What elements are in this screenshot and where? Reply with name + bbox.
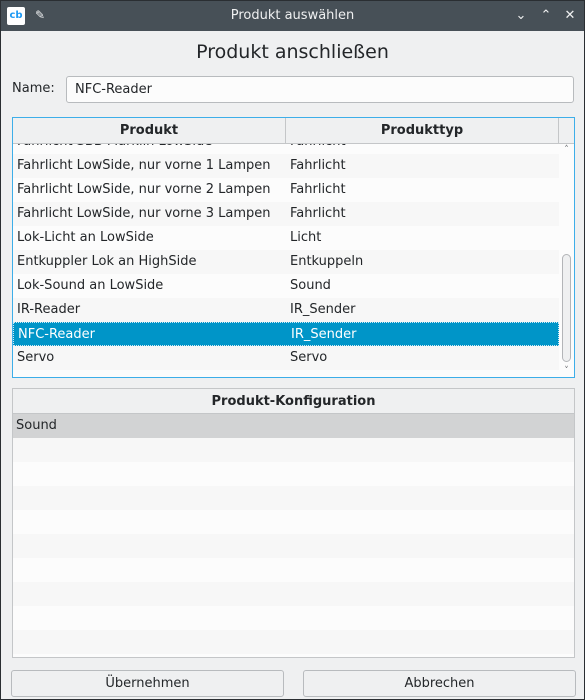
product-table-body: Fahrlicht SBB Märklin LowSideFahrlichtFa… <box>13 144 559 377</box>
scroll-up-icon[interactable]: ˄ <box>559 144 574 156</box>
name-label: Name: <box>12 81 55 96</box>
config-row-label <box>13 610 16 625</box>
column-header-produkt[interactable]: Produkt <box>13 118 286 143</box>
window-title: Produkt auswählen <box>230 8 355 23</box>
apply-button[interactable]: Übernehmen <box>11 670 284 697</box>
table-row[interactable]: Lok-Licht an LowSide Licht <box>13 226 559 250</box>
config-row[interactable] <box>13 438 574 462</box>
config-row-label <box>13 538 16 553</box>
cell-produkt: Fahrlicht LowSide, nur vorne 2 Lampen <box>17 182 271 197</box>
maximize-icon[interactable]: ⌃ <box>536 6 556 26</box>
table-row[interactable]: Fahrlicht LowSide, nur vorne 1 Lampen Fah… <box>13 154 559 178</box>
config-row-label: Sound <box>16 418 57 433</box>
config-row[interactable] <box>13 630 574 654</box>
table-row[interactable]: Lok-Sound an LowSide Sound <box>13 274 559 298</box>
config-row[interactable] <box>13 510 574 534</box>
title-bar[interactable]: cb ✎ Produkt auswählen ⌄ ⌃ ✕ <box>1 1 584 31</box>
config-row-label <box>13 586 16 601</box>
scroll-down-icon[interactable]: ˅ <box>559 365 574 377</box>
cell-produkt: Fahrlicht LowSide, nur vorne 3 Lampen <box>17 206 271 221</box>
scrollbar-thumb[interactable] <box>562 254 571 362</box>
config-row-label <box>13 562 16 577</box>
header-corner <box>559 118 574 143</box>
cell-produkttyp: Servo <box>290 350 328 365</box>
product-table-scrollbar[interactable]: ˄ ˅ <box>559 144 574 377</box>
cell-produkttyp: IR_Sender <box>290 302 356 317</box>
table-row[interactable]: Fahrlicht SBB Märklin LowSide Fahrlicht <box>13 144 559 154</box>
product-table[interactable]: Produkt Produkttyp Fahrlicht SBB Märklin… <box>12 117 575 378</box>
cell-produkttyp: Fahrlicht <box>290 144 346 154</box>
table-row[interactable]: NFC-Reader IR_Sender <box>13 322 559 346</box>
config-row-label <box>13 634 16 649</box>
table-row[interactable]: IR-Reader IR_Sender <box>13 298 559 322</box>
cell-produkttyp: Entkuppeln <box>290 254 364 269</box>
cell-produkttyp: IR_Sender <box>291 327 357 342</box>
cell-produkt: Servo <box>17 350 55 365</box>
cell-produkttyp: Sound <box>290 278 331 293</box>
cell-produkttyp: Fahrlicht <box>290 182 346 197</box>
config-row[interactable]: Sound <box>13 414 574 438</box>
cell-produkttyp: Licht <box>290 230 322 245</box>
name-input[interactable]: NFC-Reader <box>66 76 574 103</box>
config-row[interactable] <box>13 462 574 486</box>
config-row[interactable] <box>13 534 574 558</box>
cell-produkttyp: Fahrlicht <box>290 206 346 221</box>
cell-produkt: NFC-Reader <box>18 327 95 342</box>
cell-produkttyp: Fahrlicht <box>290 158 346 173</box>
config-row-label <box>13 442 16 457</box>
product-config-table[interactable]: Produkt-Konfiguration Sound <box>12 388 575 658</box>
cell-produkt: Lok-Sound an LowSide <box>17 278 164 293</box>
dialog-heading: Produkt anschließen <box>196 41 389 63</box>
close-icon[interactable]: ✕ <box>560 6 580 26</box>
table-row[interactable]: Servo Servo <box>13 346 559 370</box>
cancel-button[interactable]: Abbrechen <box>303 670 576 697</box>
column-header-produkttyp[interactable]: Produkttyp <box>286 118 559 143</box>
cell-produkt: Entkuppler Lok an HighSide <box>17 254 197 269</box>
config-row[interactable] <box>13 558 574 582</box>
table-row[interactable]: Fahrlicht LowSide, nur vorne 3 Lampen Fah… <box>13 202 559 226</box>
product-table-header: Produkt Produkttyp <box>13 118 574 144</box>
product-select-dialog: cb ✎ Produkt auswählen ⌄ ⌃ ✕ Produkt ans… <box>0 0 585 700</box>
config-row[interactable] <box>13 582 574 606</box>
cell-produkt: Fahrlicht LowSide, nur vorne 1 Lampen <box>17 158 271 173</box>
minimize-icon[interactable]: ⌄ <box>511 6 531 26</box>
config-row-label <box>13 514 16 529</box>
config-row-label <box>13 466 16 481</box>
table-row[interactable]: Fahrlicht LowSide, nur vorne 2 Lampen Fah… <box>13 178 559 202</box>
cell-produkt: Fahrlicht SBB Märklin LowSide <box>17 144 212 154</box>
cell-produkt: IR-Reader <box>17 302 81 317</box>
table-row[interactable]: Entkuppler Lok an HighSide Entkuppeln <box>13 250 559 274</box>
config-row[interactable] <box>13 606 574 630</box>
config-row-label <box>13 490 16 505</box>
config-table-header: Produkt-Konfiguration <box>13 389 574 414</box>
cell-produkt: Lok-Licht an LowSide <box>17 230 154 245</box>
config-row[interactable] <box>13 486 574 510</box>
